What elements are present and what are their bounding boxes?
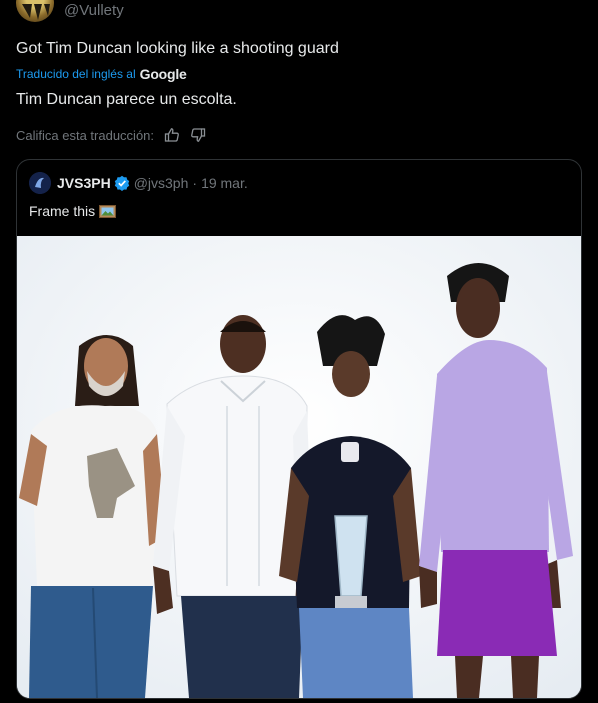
author-avatar[interactable] — [16, 0, 54, 22]
tweet-header: @Vullety — [0, 0, 598, 24]
quoted-tweet-text-row: Frame this — [29, 203, 117, 219]
quoted-author-avatar[interactable] — [29, 172, 51, 194]
thumbs-up-icon[interactable] — [164, 127, 180, 143]
quoted-tweet-text: Frame this — [29, 203, 96, 219]
quoted-author-name[interactable]: JVS3PH — [57, 175, 111, 191]
google-logo: Google — [139, 66, 187, 82]
author-handle[interactable]: @Vullety — [64, 2, 124, 19]
thumbs-down-icon[interactable] — [190, 127, 206, 143]
framed-picture-icon — [99, 204, 117, 218]
rate-translation: Califica esta traducción: — [16, 127, 206, 143]
translated-text: Tim Duncan parece un escolta. — [16, 91, 237, 108]
quoted-tweet-date[interactable]: 19 mar. — [201, 175, 248, 191]
quoted-tweet-header: JVS3PH @jvs3ph · 19 mar. — [29, 172, 248, 194]
rate-translation-label: Califica esta traducción: — [16, 127, 155, 143]
translated-label: Traducido del inglés al — [16, 67, 136, 81]
tweet-text: Got Tim Duncan looking like a shooting g… — [16, 40, 339, 57]
quoted-tweet-photo[interactable] — [17, 236, 581, 698]
translation-attribution: Traducido del inglés al Google — [16, 66, 187, 82]
separator-dot: · — [192, 175, 198, 191]
quoted-tweet[interactable]: JVS3PH @jvs3ph · 19 mar. Frame this — [16, 159, 582, 699]
verified-badge-icon — [114, 175, 130, 191]
quoted-author-handle[interactable]: @jvs3ph — [134, 175, 189, 191]
